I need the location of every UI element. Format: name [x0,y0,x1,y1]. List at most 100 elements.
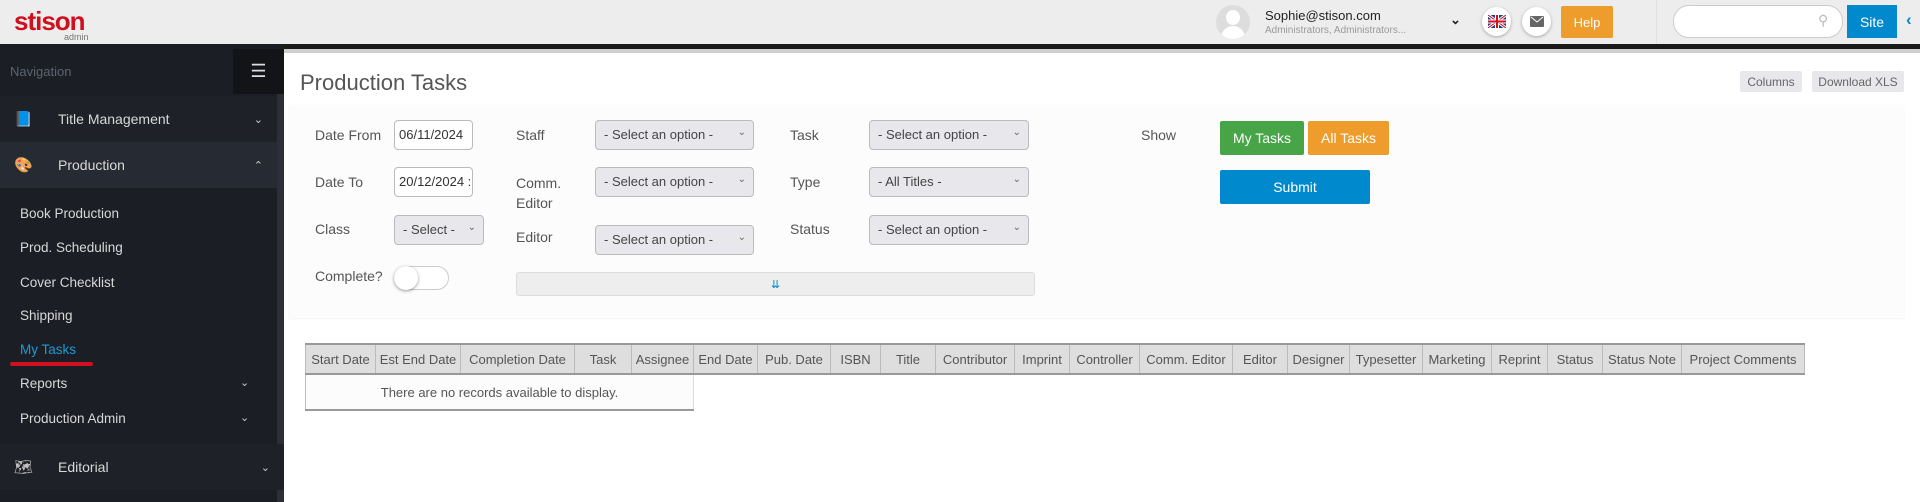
class-value: - Select - [403,222,456,237]
editor-label: Editor [516,229,553,245]
column-header[interactable]: Marketing [1422,343,1492,375]
sidebar-item-editorial[interactable]: 🗺 Editorial ⌄ [0,444,284,490]
date-from-input[interactable]: 06/11/2024 [394,120,473,150]
chevron-down-icon: ⌄ [1012,127,1021,138]
column-header[interactable]: Contributor [935,343,1015,375]
hamburger-icon[interactable]: ☰ [233,49,284,94]
chevron-down-icon: ⌄ [467,222,476,233]
status-label: Status [790,221,830,237]
sidebar-item-label: Editorial [58,459,109,475]
sidebar-item-label: Production [58,157,125,173]
uk-flag-icon[interactable] [1482,7,1511,36]
staff-label: Staff [516,127,545,143]
active-underline [10,362,93,366]
column-header[interactable]: Typesetter [1349,343,1423,375]
chevron-down-icon: ⌄ [253,113,263,126]
my-tasks-button[interactable]: My Tasks [1220,121,1304,155]
editor-select[interactable]: - Select an option - ⌄ [595,225,754,255]
user-menu-chevron-icon[interactable]: ⌄ [1450,12,1461,28]
column-header[interactable]: Editor [1232,343,1288,375]
table-row: There are no records available to displa… [305,374,1805,411]
show-label: Show [1141,127,1177,143]
mail-icon[interactable] [1522,7,1551,36]
sidebar-item-production[interactable]: 🎨 Production ⌃ [0,142,277,188]
column-header[interactable]: Est End Date [375,343,461,375]
chevron-down-icon: ⌄ [737,174,746,185]
column-header[interactable]: Title [880,343,936,375]
column-header[interactable]: Assignee [631,343,694,375]
download-xls-button[interactable]: Download XLS [1812,71,1904,92]
expand-filters-button[interactable]: ⇊ [516,272,1035,296]
task-select[interactable]: - Select an option - ⌄ [869,120,1029,150]
map-icon: 🗺 [14,459,34,476]
column-header[interactable]: Project Comments [1681,343,1805,375]
logo-subtitle: admin [64,32,89,42]
sidebar-item-prod-scheduling[interactable]: Prod. Scheduling [20,240,123,255]
column-header[interactable]: Status [1547,343,1603,375]
sidebar-item-reports[interactable]: Reports [20,376,67,391]
top-bar [0,0,1920,44]
sidebar-heading: Navigation [10,64,72,79]
user-email[interactable]: Sophie@stison.com [1265,8,1381,23]
chevron-left-icon[interactable]: ‹ [1906,10,1912,30]
avatar[interactable] [1216,5,1250,39]
status-value: - Select an option - [878,222,988,237]
sidebar-item-cover-checklist[interactable]: Cover Checklist [20,275,115,290]
all-tasks-button[interactable]: All Tasks [1308,121,1389,155]
date-to-label: Date To [315,174,363,190]
date-from-label: Date From [315,127,382,143]
sidebar-item-my-tasks[interactable]: My Tasks [20,342,76,357]
chevron-down-icon: ⌄ [1012,222,1021,233]
columns-button[interactable]: Columns [1740,71,1802,92]
empty-message: There are no records available to displa… [305,374,694,411]
comm-editor-select[interactable]: - Select an option - ⌄ [595,167,754,197]
date-to-input[interactable]: 20/12/2024 : [394,167,473,197]
chevron-down-icon: ⌄ [1012,174,1021,185]
complete-label: Complete? [315,268,383,284]
divider [1656,0,1657,44]
sidebar-item-title-management[interactable]: 📘 Title Management ⌄ [0,96,277,142]
type-label: Type [790,174,821,190]
chevron-down-icon: ⌄ [240,377,250,389]
column-header[interactable]: Task [574,343,632,375]
table-header-row: Start Date Est End Date Completion Date Tas… [305,343,1805,375]
sidebar-item-production-admin[interactable]: Production Admin [20,411,126,426]
status-select[interactable]: - Select an option - ⌄ [869,215,1029,245]
column-header[interactable]: Start Date [305,343,376,375]
tasks-table: Start Date Est End Date Completion Date Tas… [305,343,1805,411]
column-header[interactable]: Designer [1287,343,1350,375]
column-header[interactable]: Status Note [1602,343,1682,375]
task-value: - Select an option - [878,127,988,142]
task-label: Task [790,127,819,143]
toggle-knob [394,266,418,290]
class-select[interactable]: - Select - ⌄ [394,215,484,245]
sidebar-item-book-production[interactable]: Book Production [20,206,119,221]
editor-value: - Select an option - [604,232,714,247]
column-header[interactable]: Reprint [1491,343,1548,375]
help-button[interactable]: Help [1561,6,1613,38]
column-header[interactable]: Pub. Date [757,343,831,375]
class-label: Class [315,221,351,237]
sidebar-item-shipping[interactable]: Shipping [20,308,73,323]
staff-select[interactable]: - Select an option - ⌄ [595,120,754,150]
chevron-down-icon: ⌄ [260,461,270,474]
column-header[interactable]: Imprint [1014,343,1070,375]
column-header[interactable]: ISBN [830,343,881,375]
search-icon[interactable]: ⚲ [1818,12,1828,29]
chevron-down-icon: ⌄ [737,232,746,243]
user-roles: Administrators, Administrators... [1265,25,1407,36]
type-select[interactable]: - All Titles - ⌄ [869,167,1029,197]
sidebar-scrollbar[interactable] [277,94,284,502]
palette-icon: 🎨 [14,157,33,174]
complete-toggle[interactable] [394,266,449,290]
site-button[interactable]: Site [1847,5,1897,38]
comm-editor-label: Comm. Editor [516,175,562,211]
double-chevron-down-icon: ⇊ [770,278,781,291]
column-header[interactable]: Completion Date [460,343,575,375]
column-header[interactable]: Comm. Editor [1139,343,1233,375]
column-header[interactable]: End Date [693,343,758,375]
chevron-down-icon: ⌄ [737,127,746,138]
column-header[interactable]: Controller [1069,343,1140,375]
submit-button[interactable]: Submit [1220,170,1370,204]
sidebar-item-label: Title Management [58,111,170,127]
